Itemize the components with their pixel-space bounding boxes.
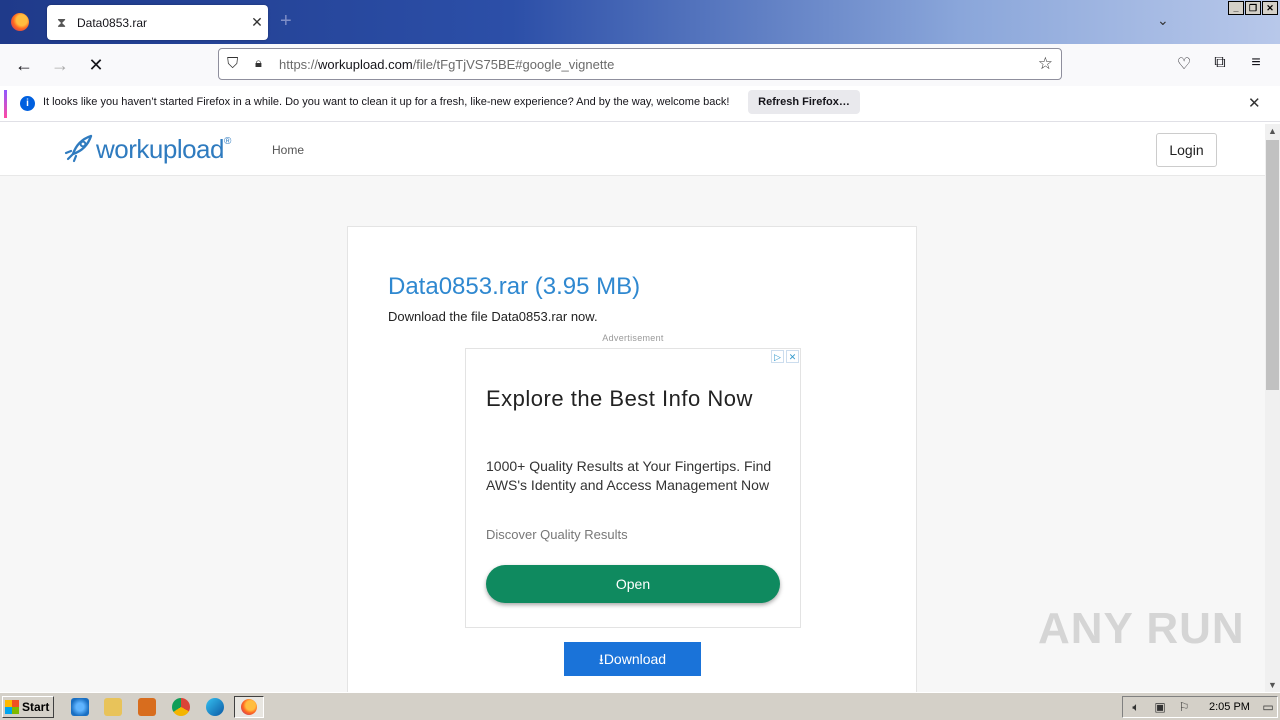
close-notification-icon[interactable]: ✕ — [1248, 94, 1261, 112]
list-all-tabs-chevron-icon[interactable]: ⌄ — [1157, 12, 1169, 29]
scroll-down-arrow-icon[interactable]: ▼ — [1265, 678, 1280, 692]
file-explorer-icon[interactable] — [104, 698, 122, 716]
lock-icon[interactable]: 🔒︎ — [255, 55, 269, 73]
scrollbar-thumb[interactable] — [1266, 140, 1279, 390]
notification-accent — [4, 90, 7, 118]
stop-loading-icon[interactable]: ✕ — [84, 53, 108, 77]
bookmark-star-icon[interactable]: ☆ — [1038, 54, 1053, 74]
tab-active[interactable]: ⧗ Data0853.rar ✕ — [47, 5, 268, 40]
site-header: workupload ® Home Login — [0, 124, 1265, 176]
file-card: Data0853.rar (3.95 MB) Download the file… — [347, 226, 917, 692]
logo-text: workupload — [96, 133, 224, 164]
pocket-icon[interactable]: ♡ — [1173, 54, 1195, 76]
forward-arrow-icon[interactable]: → — [48, 53, 72, 77]
firefox-taskbar-icon — [241, 699, 257, 715]
rocket-logo-icon — [64, 134, 93, 163]
ad-discover-text: Discover Quality Results — [486, 527, 628, 542]
action-center-flag-icon[interactable]: ⚐ — [1177, 700, 1191, 714]
firefox-view-button[interactable] — [0, 0, 40, 44]
network-icon[interactable]: ▣ — [1153, 700, 1167, 714]
firefox-taskbar-button[interactable] — [234, 696, 264, 718]
site-logo[interactable]: workupload ® — [62, 133, 231, 165]
ad-open-button[interactable]: Open — [486, 565, 780, 603]
taskbar-clock[interactable]: 2:05 PM — [1209, 701, 1250, 713]
start-button[interactable]: Start — [2, 696, 54, 718]
url-text[interactable]: https://workupload.com/file/tFgTjVS75BE#… — [279, 57, 614, 72]
show-desktop-icon[interactable]: ▭ — [1261, 700, 1275, 714]
navigation-toolbar: ← → ✕ ⛉ 🔒︎ https://workupload.com/file/t… — [0, 44, 1280, 86]
internet-explorer-icon[interactable] — [71, 698, 89, 716]
download-label: Download — [603, 651, 667, 667]
windows-flag-icon — [5, 700, 19, 714]
loading-hourglass-icon: ⧗ — [57, 14, 67, 30]
ad-description: 1000+ Quality Results at Your Fingertips… — [486, 458, 772, 493]
refresh-notification-bar: i It looks like you haven’t started Fire… — [0, 86, 1280, 122]
info-icon: i — [20, 96, 35, 111]
extensions-puzzle-icon[interactable]: ⧉ — [1209, 54, 1231, 76]
registered-mark: ® — [223, 135, 232, 147]
firefox-icon — [11, 13, 29, 31]
close-window-button[interactable]: ✕ — [1262, 1, 1278, 15]
ad-headline[interactable]: Explore the Best Info Now — [486, 383, 786, 415]
ad-block[interactable]: ▷ ✕ Explore the Best Info Now 1000+ Qual… — [465, 348, 801, 628]
restore-button[interactable]: ❐ — [1245, 1, 1261, 15]
address-bar[interactable]: ⛉ 🔒︎ https://workupload.com/file/tFgTjVS… — [218, 48, 1062, 80]
advertisement-label: Advertisement — [602, 333, 664, 343]
start-label: Start — [22, 700, 50, 714]
scroll-up-arrow-icon[interactable]: ▲ — [1265, 124, 1280, 138]
minimize-button[interactable]: _ — [1228, 1, 1244, 15]
windows-taskbar: Start 🔈︎ ▣ ⚐ 2:05 PM ▭ — [0, 692, 1280, 720]
hamburger-menu-icon[interactable]: ≡ — [1245, 54, 1267, 76]
chrome-icon[interactable] — [172, 698, 190, 716]
file-title: Data0853.rar (3.95 MB) — [388, 273, 641, 300]
volume-icon[interactable]: 🔈︎ — [1129, 700, 1143, 714]
adchoices-icon[interactable]: ▷ — [771, 350, 784, 363]
login-button[interactable]: Login — [1156, 133, 1217, 167]
back-arrow-icon[interactable]: ← — [12, 53, 36, 77]
ad-choices: ▷ ✕ — [771, 350, 799, 363]
ad-close-icon[interactable]: ✕ — [786, 350, 799, 363]
edge-icon[interactable] — [206, 698, 224, 716]
download-button[interactable]: ⭳Download — [564, 642, 701, 676]
tab-strip: ⧗ Data0853.rar ✕ + ⌄ _ ❐ ✕ — [0, 0, 1280, 44]
anyrun-watermark: ANY RUN — [1038, 604, 1245, 653]
notification-message: It looks like you haven’t started Firefo… — [43, 96, 730, 108]
media-player-icon[interactable] — [138, 698, 156, 716]
tracking-protection-shield-icon[interactable]: ⛉ — [227, 55, 243, 73]
tab-close-icon[interactable]: ✕ — [246, 14, 268, 31]
file-subtitle: Download the file Data0853.rar now. — [388, 309, 598, 324]
new-tab-button[interactable]: + — [280, 10, 292, 33]
nav-home-link[interactable]: Home — [272, 143, 304, 157]
tab-title: Data0853.rar — [77, 15, 148, 30]
refresh-firefox-button[interactable]: Refresh Firefox… — [748, 90, 860, 114]
system-tray: 🔈︎ ▣ ⚐ 2:05 PM ▭ — [1122, 696, 1278, 718]
page-scrollbar[interactable]: ▲ ▼ — [1265, 124, 1280, 692]
